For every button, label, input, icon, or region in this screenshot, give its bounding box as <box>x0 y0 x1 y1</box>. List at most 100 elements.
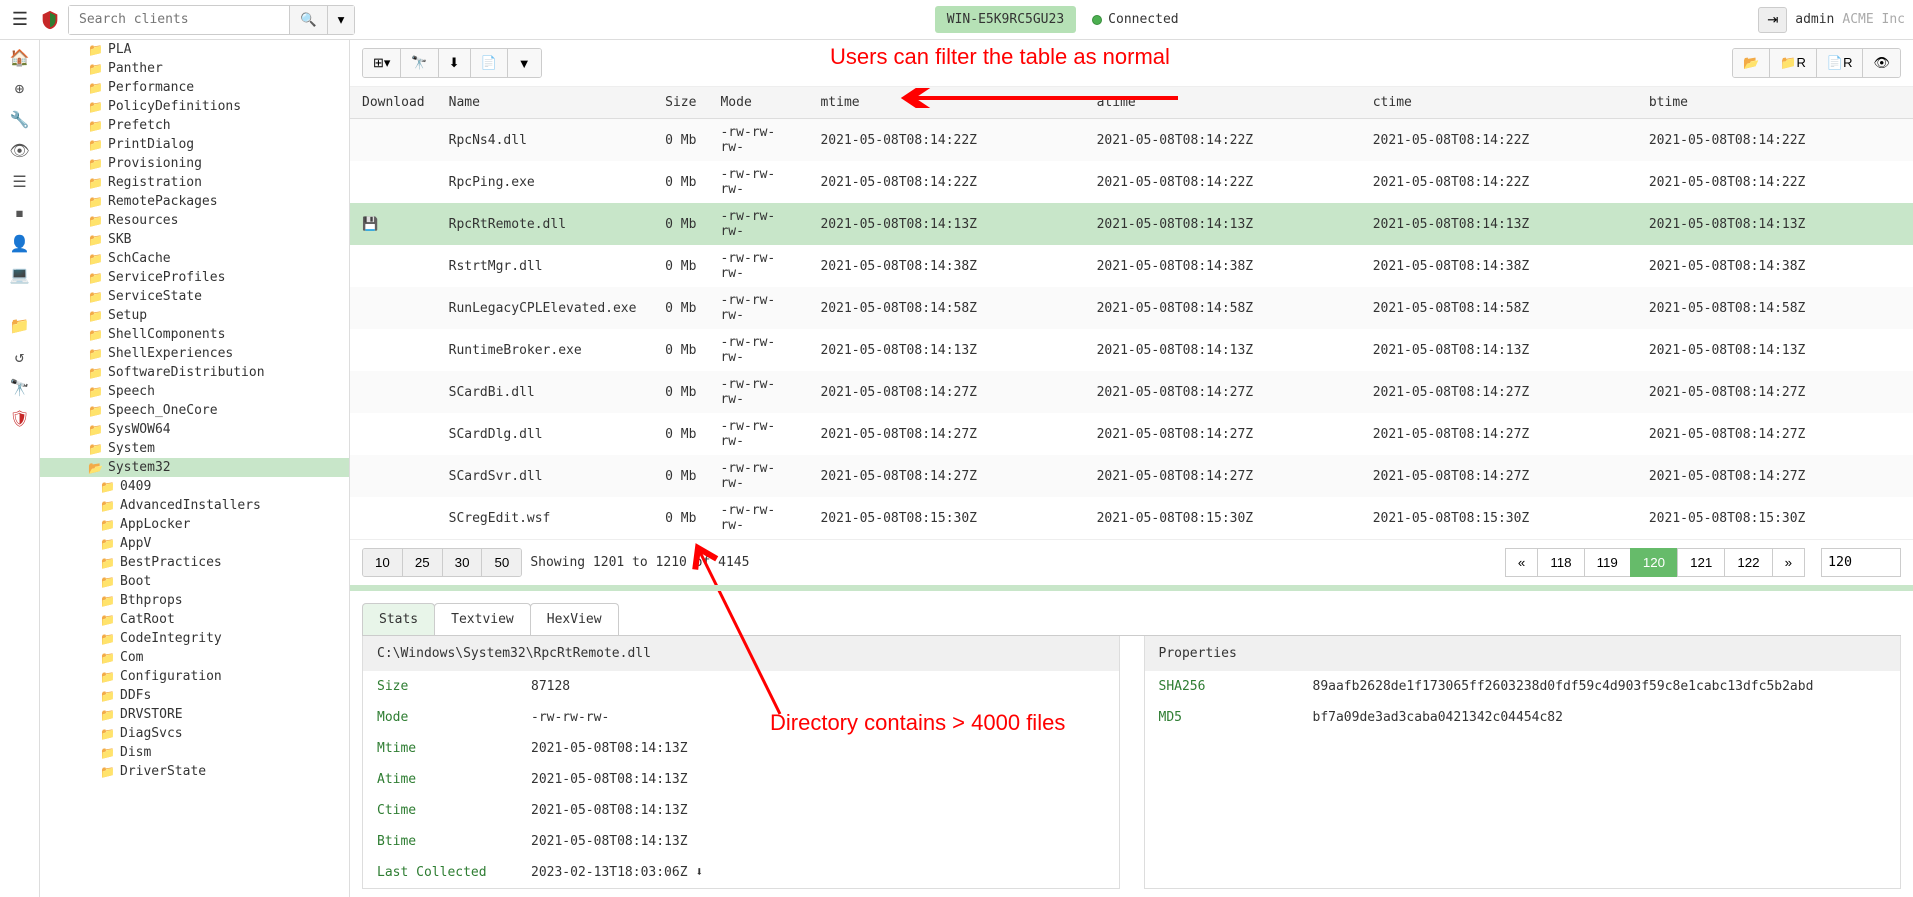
nav-shield-icon[interactable]: 🛡 <box>8 409 32 428</box>
page-120[interactable]: 120 <box>1630 548 1678 577</box>
tree-folder-diagsvcs[interactable]: 📁DiagSvcs <box>40 724 349 743</box>
nav-binoculars-icon[interactable]: 🔭 <box>8 378 32 397</box>
col-btime[interactable]: btime <box>1637 87 1913 119</box>
tree-folder-0409[interactable]: 📁0409 <box>40 477 349 496</box>
tree-folder-prefetch[interactable]: 📁Prefetch <box>40 116 349 135</box>
page-size-30[interactable]: 30 <box>443 549 483 576</box>
tab-stats[interactable]: Stats <box>362 603 435 635</box>
table-row[interactable]: SCardDlg.dll0 Mb-rw-rw-rw-2021-05-08T08:… <box>350 413 1913 455</box>
tree-folder-applocker[interactable]: 📁AppLocker <box>40 515 349 534</box>
tree-folder-ddfs[interactable]: 📁DDFs <box>40 686 349 705</box>
nav-book-icon[interactable]: ▪ <box>8 203 32 222</box>
tree-folder-performance[interactable]: 📁Performance <box>40 78 349 97</box>
tree-folder-remotepackages[interactable]: 📁RemotePackages <box>40 192 349 211</box>
page-«[interactable]: « <box>1505 548 1538 577</box>
eye-button[interactable]: 👁 <box>1863 49 1900 77</box>
col-name[interactable]: Name <box>437 87 649 119</box>
nav-laptop-icon[interactable]: 💻 <box>8 265 32 284</box>
tree-folder-registration[interactable]: 📁Registration <box>40 173 349 192</box>
tree-folder-dism[interactable]: 📁Dism <box>40 743 349 762</box>
tree-folder-drvstore[interactable]: 📁DRVSTORE <box>40 705 349 724</box>
page-size-10[interactable]: 10 <box>363 549 403 576</box>
page-121[interactable]: 121 <box>1677 548 1725 577</box>
tree-folder-com[interactable]: 📁Com <box>40 648 349 667</box>
tree-folder-system[interactable]: 📁System <box>40 439 349 458</box>
tree-folder-printdialog[interactable]: 📁PrintDialog <box>40 135 349 154</box>
tree-folder-speech[interactable]: 📁Speech <box>40 382 349 401</box>
download-button[interactable]: ⬇ <box>439 49 471 77</box>
col-ctime[interactable]: ctime <box>1361 87 1637 119</box>
table-row[interactable]: RuntimeBroker.exe0 Mb-rw-rw-rw-2021-05-0… <box>350 329 1913 371</box>
tree-folder-softwaredistribution[interactable]: 📁SoftwareDistribution <box>40 363 349 382</box>
cell-download[interactable]: 💾 <box>350 203 437 245</box>
host-badge[interactable]: WIN-E5K9RC5GU23 <box>935 6 1076 33</box>
tab-hexview[interactable]: HexView <box>530 603 619 635</box>
tab-textview[interactable]: Textview <box>434 603 531 635</box>
table-row[interactable]: RunLegacyCPLElevated.exe0 Mb-rw-rw-rw-20… <box>350 287 1913 329</box>
nav-folder-icon[interactable]: 📁 <box>8 316 32 335</box>
table-row[interactable]: RpcNs4.dll0 Mb-rw-rw-rw-2021-05-08T08:14… <box>350 119 1913 162</box>
tree-folder-servicestate[interactable]: 📁ServiceState <box>40 287 349 306</box>
nav-user-icon[interactable]: 👤 <box>8 234 32 253</box>
tree-folder-appv[interactable]: 📁AppV <box>40 534 349 553</box>
table-row[interactable]: SCardBi.dll0 Mb-rw-rw-rw-2021-05-08T08:1… <box>350 371 1913 413</box>
tree-folder-shellcomponents[interactable]: 📁ShellComponents <box>40 325 349 344</box>
page-118[interactable]: 118 <box>1537 548 1584 577</box>
page-119[interactable]: 119 <box>1584 548 1631 577</box>
table-row[interactable]: RpcPing.exe0 Mb-rw-rw-rw-2021-05-08T08:1… <box>350 161 1913 203</box>
tree-folder-configuration[interactable]: 📁Configuration <box>40 667 349 686</box>
tree-folder-boot[interactable]: 📁Boot <box>40 572 349 591</box>
tree-folder-bestpractices[interactable]: 📁BestPractices <box>40 553 349 572</box>
tree-folder-codeintegrity[interactable]: 📁CodeIntegrity <box>40 629 349 648</box>
file-button[interactable]: 📄 <box>471 49 508 77</box>
columns-button[interactable]: ⊞▾ <box>363 49 401 77</box>
nav-home-icon[interactable]: 🏠 <box>8 48 32 67</box>
nav-target-icon[interactable]: ⊕ <box>8 79 32 98</box>
tree-folder-bthprops[interactable]: 📁Bthprops <box>40 591 349 610</box>
hamburger-menu[interactable]: ☰ <box>8 9 32 30</box>
folder-r-button[interactable]: 📁R <box>1770 49 1817 77</box>
tree-folder-pla[interactable]: 📁PLA <box>40 40 349 59</box>
tree-folder-setup[interactable]: 📁Setup <box>40 306 349 325</box>
filter-button[interactable]: ▼ <box>508 49 541 77</box>
splitter-handle[interactable] <box>350 585 1913 591</box>
search-dropdown[interactable]: ▾ <box>327 6 355 34</box>
page-size-25[interactable]: 25 <box>403 549 443 576</box>
tree-folder-system32[interactable]: 📂System32 <box>40 458 349 477</box>
col-size[interactable]: Size <box>648 87 708 119</box>
tree-folder-panther[interactable]: 📁Panther <box>40 59 349 78</box>
tree-folder-speech_onecore[interactable]: 📁Speech_OneCore <box>40 401 349 420</box>
nav-history-icon[interactable]: ↺ <box>8 347 32 366</box>
tree-folder-serviceprofiles[interactable]: 📁ServiceProfiles <box>40 268 349 287</box>
col-download[interactable]: Download <box>350 87 437 119</box>
tree-folder-schcache[interactable]: 📁SchCache <box>40 249 349 268</box>
col-atime[interactable]: atime <box>1085 87 1361 119</box>
page-input[interactable] <box>1821 548 1901 577</box>
tree-folder-resources[interactable]: 📁Resources <box>40 211 349 230</box>
open-folder-button[interactable]: 📂 <box>1733 49 1770 77</box>
tree-folder-policydefinitions[interactable]: 📁PolicyDefinitions <box>40 97 349 116</box>
table-row[interactable]: SCardSvr.dll0 Mb-rw-rw-rw-2021-05-08T08:… <box>350 455 1913 497</box>
page-»[interactable]: » <box>1772 548 1805 577</box>
binoculars-button[interactable]: 🔭 <box>401 49 438 77</box>
file-r-button[interactable]: 📄R <box>1817 49 1864 77</box>
tree-folder-catroot[interactable]: 📁CatRoot <box>40 610 349 629</box>
logout-button[interactable]: ⇥ <box>1758 7 1787 33</box>
table-row[interactable]: RstrtMgr.dll0 Mb-rw-rw-rw-2021-05-08T08:… <box>350 245 1913 287</box>
nav-eye-icon[interactable]: 👁 <box>8 141 32 160</box>
page-122[interactable]: 122 <box>1724 548 1772 577</box>
col-mtime[interactable]: mtime <box>808 87 1084 119</box>
tree-folder-provisioning[interactable]: 📁Provisioning <box>40 154 349 173</box>
tree-folder-shellexperiences[interactable]: 📁ShellExperiences <box>40 344 349 363</box>
tree-folder-advancedinstallers[interactable]: 📁AdvancedInstallers <box>40 496 349 515</box>
tree-folder-skb[interactable]: 📁SKB <box>40 230 349 249</box>
nav-wrench-icon[interactable]: 🔧 <box>8 110 32 129</box>
nav-server-icon[interactable]: ☰ <box>8 172 32 191</box>
search-input[interactable] <box>69 6 289 34</box>
search-button[interactable]: 🔍 <box>289 6 327 34</box>
tree-folder-driverstate[interactable]: 📁DriverState <box>40 762 349 781</box>
table-row[interactable]: SCregEdit.wsf0 Mb-rw-rw-rw-2021-05-08T08… <box>350 497 1913 539</box>
page-size-50[interactable]: 50 <box>482 549 521 576</box>
tree-folder-syswow64[interactable]: 📁SysWOW64 <box>40 420 349 439</box>
col-mode[interactable]: Mode <box>708 87 808 119</box>
